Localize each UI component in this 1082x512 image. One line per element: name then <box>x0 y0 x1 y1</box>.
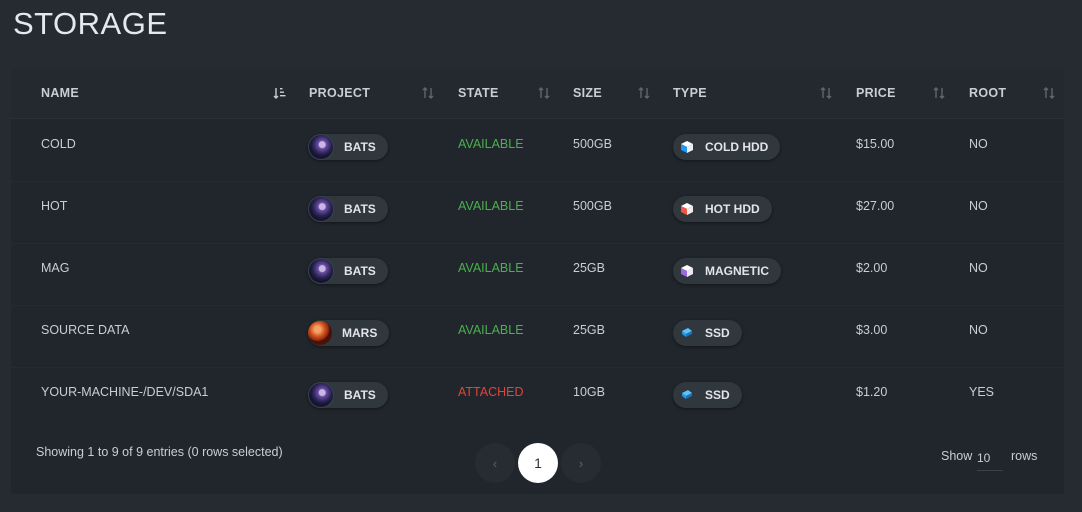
sort-ascending-icon[interactable] <box>273 86 287 100</box>
cube-icon <box>681 203 693 215</box>
table-header: NAME PROJECT STATE SIZE TYPE PRICE ROOT <box>11 69 1064 119</box>
cell-size: 25GB <box>573 261 605 275</box>
cell-root: NO <box>969 199 988 213</box>
project-label: MARS <box>342 326 378 340</box>
sort-arrows-icon[interactable] <box>537 86 551 100</box>
pagination-page-1[interactable]: 1 <box>518 443 558 483</box>
table-row[interactable]: COLD BATS AVAILABLE 500GB COLD HDD $15.0… <box>11 119 1064 182</box>
cell-price: $3.00 <box>856 323 888 337</box>
storage-table: NAME PROJECT STATE SIZE TYPE PRICE ROOT <box>11 69 1064 494</box>
cell-price: $1.20 <box>856 385 888 399</box>
type-pill[interactable]: SSD <box>673 320 742 346</box>
cell-price: $2.00 <box>856 261 888 275</box>
sort-arrows-icon[interactable] <box>1042 86 1056 100</box>
sort-arrows-icon[interactable] <box>819 86 833 100</box>
cube-icon <box>681 141 693 153</box>
type-label: MAGNETIC <box>705 264 769 278</box>
cell-root: YES <box>969 385 995 399</box>
sort-arrows-icon[interactable] <box>932 86 946 100</box>
project-label: BATS <box>344 264 376 278</box>
column-header-size[interactable]: SIZE <box>573 69 602 118</box>
cell-size: 500GB <box>573 137 612 151</box>
table-row[interactable]: HOT BATS AVAILABLE 500GB HOT HDD $27.00 … <box>11 181 1064 244</box>
pagination-next-button[interactable]: › <box>561 443 601 483</box>
bats-avatar-icon <box>308 382 334 408</box>
status-badge: AVAILABLE <box>458 137 524 151</box>
mars-avatar-icon <box>308 321 332 345</box>
type-label: HOT HDD <box>705 202 760 216</box>
sort-arrows-icon[interactable] <box>421 86 435 100</box>
cell-name: HOT <box>41 199 68 213</box>
type-label: COLD HDD <box>705 140 769 154</box>
cell-price: $15.00 <box>856 137 895 151</box>
pagination-prev-button[interactable]: ‹ <box>475 443 515 483</box>
type-pill[interactable]: MAGNETIC <box>673 258 781 284</box>
table-row[interactable]: YOUR-MACHINE-/DEV/SDA1 BATS ATTACHED 10G… <box>11 367 1064 429</box>
bats-avatar-icon <box>308 258 334 284</box>
type-label: SSD <box>705 326 730 340</box>
cell-price: $27.00 <box>856 199 895 213</box>
bats-avatar-icon <box>308 196 334 222</box>
project-pill[interactable]: BATS <box>308 134 388 160</box>
project-label: BATS <box>344 140 376 154</box>
cell-size: 25GB <box>573 323 605 337</box>
column-header-price[interactable]: PRICE <box>856 69 896 118</box>
project-label: BATS <box>344 202 376 216</box>
status-badge: AVAILABLE <box>458 261 524 275</box>
project-pill[interactable]: BATS <box>308 258 388 284</box>
column-header-project[interactable]: PROJECT <box>309 69 370 118</box>
type-pill[interactable]: HOT HDD <box>673 196 772 222</box>
cell-name: COLD <box>41 137 76 151</box>
project-pill[interactable]: BATS <box>308 196 388 222</box>
cell-size: 500GB <box>573 199 612 213</box>
column-header-state[interactable]: STATE <box>458 69 499 118</box>
table-row[interactable]: SOURCE DATA MARS AVAILABLE 25GB SSD $3.0… <box>11 305 1064 368</box>
column-header-type[interactable]: TYPE <box>673 69 707 118</box>
status-badge: AVAILABLE <box>458 323 524 337</box>
column-header-name[interactable]: NAME <box>41 69 79 118</box>
cell-root: NO <box>969 323 988 337</box>
rows-per-page-input[interactable] <box>977 446 1003 471</box>
status-badge: AVAILABLE <box>458 199 524 213</box>
bats-avatar-icon <box>308 134 334 160</box>
entries-summary: Showing 1 to 9 of 9 entries (0 rows sele… <box>36 445 283 459</box>
cell-name: SOURCE DATA <box>41 323 130 337</box>
column-header-root[interactable]: ROOT <box>969 69 1006 118</box>
cell-root: NO <box>969 137 988 151</box>
status-badge: ATTACHED <box>458 385 524 399</box>
cell-root: NO <box>969 261 988 275</box>
ssd-icon <box>682 328 692 337</box>
rows-label: rows <box>1011 449 1038 463</box>
page-title: STORAGE <box>13 6 168 41</box>
show-label: Show <box>941 449 973 463</box>
project-pill[interactable]: MARS <box>308 320 390 346</box>
type-pill[interactable]: SSD <box>673 382 742 408</box>
project-pill[interactable]: BATS <box>308 382 388 408</box>
type-label: SSD <box>705 388 730 402</box>
project-label: BATS <box>344 388 376 402</box>
cell-size: 10GB <box>573 385 605 399</box>
sort-arrows-icon[interactable] <box>637 86 651 100</box>
cell-name: MAG <box>41 261 70 275</box>
ssd-icon <box>682 390 692 399</box>
cell-name: YOUR-MACHINE-/DEV/SDA1 <box>41 385 209 399</box>
table-row[interactable]: MAG BATS AVAILABLE 25GB MAGNETIC $2.00 N… <box>11 243 1064 306</box>
cube-icon <box>681 265 693 277</box>
type-pill[interactable]: COLD HDD <box>673 134 781 160</box>
